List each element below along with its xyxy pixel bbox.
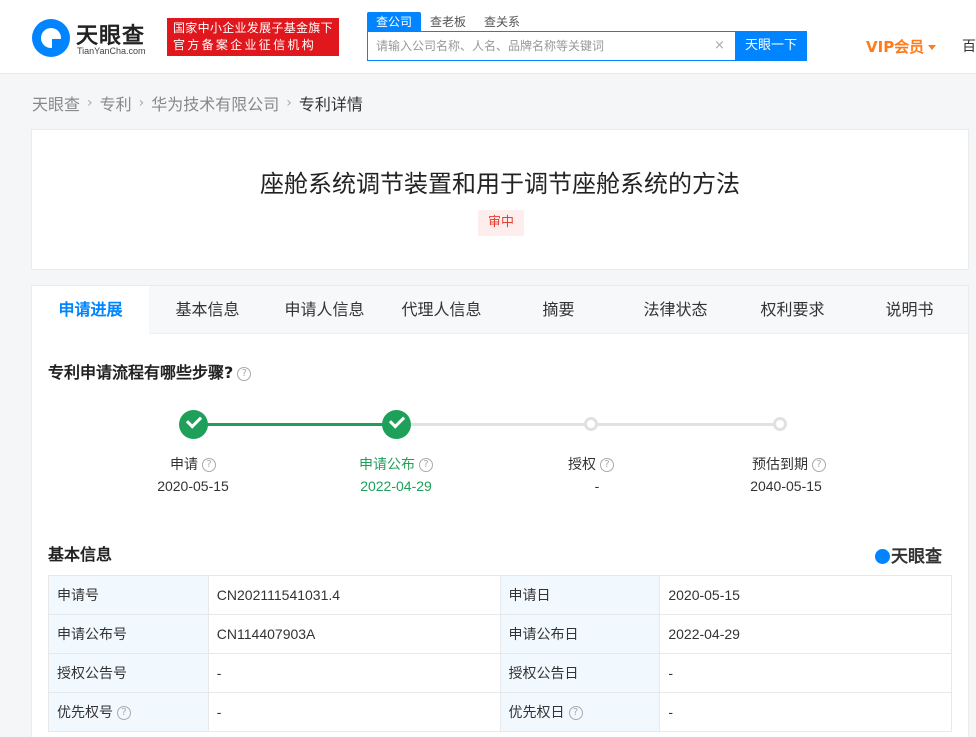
step-date: - xyxy=(594,478,600,494)
table-key: 申请日 xyxy=(499,575,661,615)
help-icon[interactable]: ? xyxy=(117,706,131,720)
table-value: 2022-04-29 xyxy=(659,614,952,654)
tab-progress[interactable]: 申请进展 xyxy=(32,286,149,335)
patent-detail-card: 申请进展 基本信息 申请人信息 代理人信息 摘要 法律状态 权利要求 说明书 专… xyxy=(31,285,969,737)
table-value: 2020-05-15 xyxy=(659,575,952,615)
table-value: - xyxy=(207,653,501,693)
logo-subtext: TianYanCha.com xyxy=(77,46,146,56)
step-label: 预估到期? xyxy=(729,454,849,474)
table-key: 授权公告号 xyxy=(48,653,209,693)
help-icon[interactable]: ? xyxy=(600,458,614,472)
tab-basic-info[interactable]: 基本信息 xyxy=(149,286,266,334)
breadcrumb-item-company[interactable]: 华为技术有限公司 xyxy=(151,91,279,115)
search-tab-company[interactable]: 查公司 xyxy=(367,12,422,32)
clear-icon[interactable]: × xyxy=(714,38,725,53)
step-date: 2020-05-15 xyxy=(157,478,229,494)
table-value: CN114407903A xyxy=(207,614,501,654)
help-icon[interactable]: ? xyxy=(568,706,583,720)
table-value: - xyxy=(207,692,501,732)
basic-info-title: 基本信息 xyxy=(48,545,113,564)
tab-agent[interactable]: 代理人信息 xyxy=(383,286,500,334)
table-value: - xyxy=(659,653,952,693)
tab-applicant[interactable]: 申请人信息 xyxy=(266,286,383,334)
step-done-check-icon xyxy=(382,410,411,439)
tab-description[interactable]: 说明书 xyxy=(851,286,968,334)
table-key: 申请号 xyxy=(48,575,209,615)
table-key: 优先权日? xyxy=(499,692,661,732)
tianyancha-logo[interactable]: 天眼查 TianYanCha.com xyxy=(32,18,157,58)
promo-line-2: 官方备案企业征信机构 xyxy=(173,38,317,52)
search-tab-relation[interactable]: 查关系 xyxy=(475,12,529,32)
step-done-check-icon xyxy=(179,410,208,439)
step-pending-dot-icon xyxy=(584,417,598,431)
breadcrumb-item-patent[interactable]: 专利 xyxy=(100,91,132,115)
brand-watermark: 天眼查 xyxy=(875,542,942,567)
tab-legal-status[interactable]: 法律状态 xyxy=(617,286,734,334)
table-row: 优先权号? - 优先权日? - xyxy=(48,692,952,732)
caret-down-icon xyxy=(928,45,937,50)
logo-mark-icon xyxy=(32,19,70,57)
progress-title-text: 专利申请流程有哪些步骤? xyxy=(48,363,234,382)
step-date: 2040-05-15 xyxy=(750,478,822,494)
vip-label: VIP会员 xyxy=(866,38,925,56)
help-icon[interactable]: ? xyxy=(237,366,252,381)
step-label: 申请? xyxy=(133,454,253,474)
table-key: 授权公告日 xyxy=(499,653,661,693)
table-row: 申请号 CN202111541031.4 申请日 2020-05-15 xyxy=(48,575,952,615)
top-header: 天眼查 TianYanCha.com 国家中小企业发展子基金旗下 官方备案企业征… xyxy=(0,0,976,74)
detail-tabs: 申请进展 基本信息 申请人信息 代理人信息 摘要 法律状态 权利要求 说明书 xyxy=(32,286,968,335)
patent-title: 座舱系统调节装置和用于调节座舱系统的方法 xyxy=(260,170,740,198)
help-icon[interactable]: ? xyxy=(419,458,433,472)
search-button[interactable]: 天眼一下 xyxy=(735,31,807,61)
step-pending-dot-icon xyxy=(773,417,787,431)
table-key: 申请公布号 xyxy=(48,614,209,654)
progress-timeline: 申请? 2020-05-15 申请公布? 2022-04-29 授权? - 预估… xyxy=(32,406,968,506)
search-box: × 天眼一下 xyxy=(367,31,807,61)
promo-banner[interactable]: 国家中小企业发展子基金旗下 官方备案企业征信机构 xyxy=(167,18,339,56)
tab-abstract[interactable]: 摘要 xyxy=(500,286,617,334)
search-tab-boss[interactable]: 查老板 xyxy=(421,12,475,32)
progress-section-title: 专利申请流程有哪些步骤?? xyxy=(48,359,252,383)
table-value: - xyxy=(659,692,952,732)
breadcrumb-item-current: 专利详情 xyxy=(298,95,363,114)
promo-line-1: 国家中小企业发展子基金旗下 xyxy=(173,21,333,35)
breadcrumb: 天眼查 › 专利 › 华为技术有限公司 › 专利详情 xyxy=(32,91,363,115)
header-nav-item-cut[interactable]: 百 xyxy=(962,36,976,56)
help-icon[interactable]: ? xyxy=(812,458,826,472)
patent-title-card: 座舱系统调节装置和用于调节座舱系统的方法 审中 xyxy=(31,129,969,270)
chevron-right-icon: › xyxy=(87,95,93,111)
table-key: 申请公布日 xyxy=(499,614,661,654)
table-row: 授权公告号 - 授权公告日 - xyxy=(48,653,952,693)
timeline-line-complete xyxy=(194,423,396,426)
help-icon[interactable]: ? xyxy=(202,458,216,472)
chevron-right-icon: › xyxy=(138,95,145,111)
vip-menu[interactable]: VIP会员 xyxy=(866,36,937,57)
chevron-right-icon: › xyxy=(286,95,292,111)
breadcrumb-item-home[interactable]: 天眼查 xyxy=(32,91,80,115)
table-key: 优先权号? xyxy=(48,692,209,732)
search-input[interactable] xyxy=(368,32,734,60)
status-badge: 审中 xyxy=(478,210,524,236)
step-label: 申请公布? xyxy=(336,454,456,474)
search-type-tabs: 查公司 查老板 查关系 xyxy=(367,12,529,32)
tab-claims[interactable]: 权利要求 xyxy=(734,286,851,334)
table-row: 申请公布号 CN114407903A 申请公布日 2022-04-29 xyxy=(48,614,952,654)
table-value: CN202111541031.4 xyxy=(207,575,501,615)
basic-info-table: 申请号 CN202111541031.4 申请日 2020-05-15 申请公布… xyxy=(48,575,952,732)
brand-logo-icon xyxy=(875,549,890,564)
step-date: 2022-04-29 xyxy=(360,478,432,494)
step-label: 授权? xyxy=(531,454,651,474)
